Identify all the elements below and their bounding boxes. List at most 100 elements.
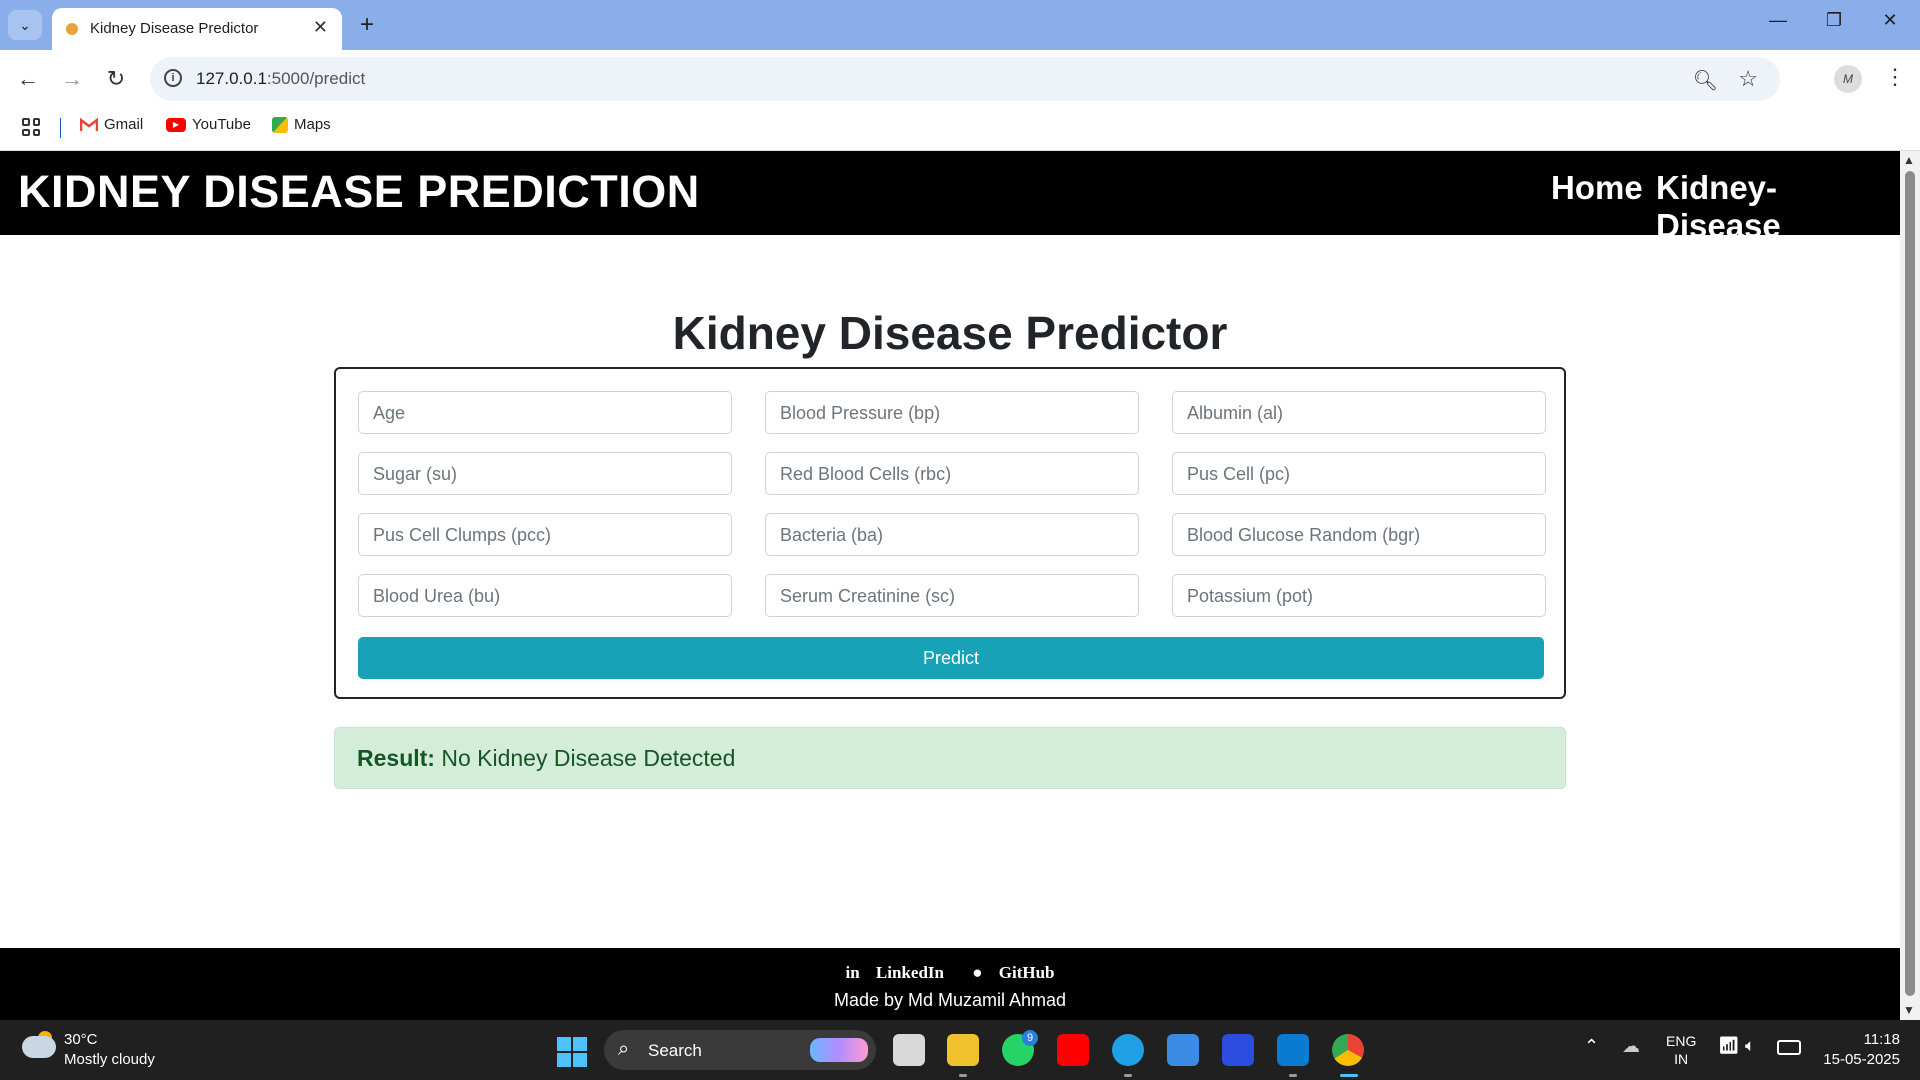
predict-button[interactable]: Predict [358, 637, 1544, 679]
vscode-icon[interactable] [1277, 1034, 1309, 1066]
minimize-icon[interactable]: — [1758, 10, 1798, 31]
blood-pressure-field[interactable]: Blood Pressure (bp) [765, 391, 1139, 434]
footer-credit: Made by Md Muzamil Ahmad [833, 990, 1067, 1010]
chevron-down-icon: ⌄ [19, 16, 31, 33]
web-page: KIDNEY DISEASE PREDICTION Home Kidney-Di… [0, 151, 1900, 1020]
battery-icon[interactable] [1777, 1040, 1801, 1055]
blood-glucose-random-field[interactable]: Blood Glucose Random (bgr) [1172, 513, 1546, 556]
url-host: 127.0.0.1 [196, 69, 267, 88]
browser-tab-strip: ⌄ Kidney Disease Predictor ✕ + — ❐ ✕ [0, 0, 1920, 50]
close-window-icon[interactable]: ✕ [1870, 10, 1910, 31]
lang-line2: IN [1674, 1051, 1689, 1067]
browser-toolbar: ← → ↻ i 127.0.0.1:5000/predict 🔍︎ ☆ M ⋮ [0, 50, 1920, 108]
url-text[interactable]: 127.0.0.1:5000/predict [196, 69, 365, 89]
bacteria-field[interactable]: Bacteria (ba) [765, 513, 1139, 556]
edge-icon[interactable] [1112, 1034, 1144, 1066]
footer-github-link[interactable]: ● GitHub [966, 963, 1060, 982]
footer-linkedin-link[interactable]: in LinkedIn [839, 963, 949, 982]
weather-cloud-icon [22, 1036, 56, 1058]
volume-icon[interactable]: 🔈︎ [1745, 1036, 1755, 1056]
url-path: :5000/predict [266, 69, 366, 88]
result-label: Result: [357, 745, 435, 771]
site-info-icon[interactable]: i [164, 69, 182, 87]
github-icon: ● [972, 963, 983, 982]
github-label: GitHub [998, 963, 1055, 982]
file-explorer-icon[interactable] [947, 1034, 979, 1066]
chrome-icon[interactable] [1332, 1034, 1364, 1066]
pus-cell-field[interactable]: Pus Cell (pc) [1172, 452, 1546, 495]
youtube-app-icon[interactable] [1057, 1034, 1089, 1066]
serum-creatinine-field[interactable]: Serum Creatinine (sc) [765, 574, 1139, 617]
app-running-indicator [959, 1074, 967, 1077]
linkedin-label: LinkedIn [875, 963, 944, 982]
clock-date[interactable]: 15-05-2025 [1810, 1051, 1900, 1068]
store-icon[interactable] [1167, 1034, 1199, 1066]
zoom-icon[interactable]: 🔍︎ [1693, 68, 1718, 93]
profile-avatar[interactable]: M [1834, 65, 1862, 93]
scroll-up-icon[interactable]: ▲ [1903, 153, 1915, 167]
lang-line1: ENG [1666, 1033, 1697, 1049]
bookmark-label: YouTube [192, 116, 251, 133]
bookmark-separator [60, 118, 61, 138]
site-footer: in LinkedIn ● GitHub Made by Md Muzamil … [0, 948, 1900, 1020]
wifi-icon[interactable]: 📶︎ [1718, 1036, 1740, 1056]
weather-desc: Mostly cloudy [64, 1051, 155, 1068]
language-indicator[interactable]: ENG IN [1666, 1032, 1696, 1068]
red-blood-cells-field[interactable]: Red Blood Cells (rbc) [765, 452, 1139, 495]
result-alert: Result: No Kidney Disease Detected [334, 727, 1566, 789]
blood-urea-field[interactable]: Blood Urea (bu) [358, 574, 732, 617]
scroll-thumb[interactable] [1905, 171, 1915, 996]
age-field[interactable]: Age [358, 391, 732, 434]
potassium-field[interactable]: Potassium (pot) [1172, 574, 1546, 617]
taskbar-search[interactable]: ⌕ Search [604, 1030, 876, 1070]
task-view-icon[interactable] [893, 1034, 925, 1066]
prediction-form: Age Blood Pressure (bp) Albumin (al) Sug… [334, 367, 1566, 699]
apps-grid-icon[interactable] [22, 118, 40, 136]
whatsapp-badge: 9 [1022, 1030, 1038, 1046]
pus-cell-clumps-field[interactable]: Pus Cell Clumps (pcc) [358, 513, 732, 556]
menu-kebab-icon[interactable]: ⋮ [1884, 64, 1906, 90]
bookmark-gmail[interactable]: Gmail [79, 116, 144, 133]
nav-home-link[interactable]: Home [1551, 169, 1643, 207]
editor-app-icon[interactable] [1222, 1034, 1254, 1066]
linkedin-icon: in [845, 963, 860, 982]
windows-start-icon[interactable] [557, 1037, 587, 1067]
maps-icon [272, 116, 288, 133]
app-running-indicator [1124, 1074, 1132, 1077]
youtube-icon: ▶ [166, 117, 186, 132]
site-navbar: KIDNEY DISEASE PREDICTION Home Kidney-Di… [0, 151, 1900, 244]
bookmark-label: Gmail [104, 116, 144, 133]
tab-title: Kidney Disease Predictor [90, 20, 259, 37]
page-title: Kidney Disease Predictor [672, 307, 1228, 359]
weather-temp: 30°C [64, 1031, 98, 1048]
app-active-indicator [1340, 1074, 1358, 1077]
clock-time[interactable]: 11:18 [1840, 1031, 1900, 1048]
bookmark-maps[interactable]: Maps [272, 116, 331, 133]
back-arrow-icon[interactable]: ← [12, 64, 44, 94]
albumin-field[interactable]: Albumin (al) [1172, 391, 1546, 434]
result-text: No Kidney Disease Detected [441, 745, 736, 771]
bookmark-label: Maps [294, 116, 331, 133]
tab-search-button[interactable]: ⌄ [8, 10, 42, 40]
nav-kidney-disease-link[interactable]: Kidney-Disease [1656, 169, 1900, 245]
onedrive-icon[interactable]: ☁ [1622, 1036, 1640, 1057]
bookmark-star-icon[interactable]: ☆ [1738, 66, 1758, 92]
restore-icon[interactable]: ❐ [1814, 10, 1854, 31]
bookmark-youtube[interactable]: ▶ YouTube [166, 116, 251, 133]
new-tab-button[interactable]: + [352, 10, 382, 40]
address-bar[interactable]: i 127.0.0.1:5000/predict 🔍︎ ☆ [150, 57, 1780, 101]
site-brand[interactable]: KIDNEY DISEASE PREDICTION [18, 166, 700, 218]
search-highlight-icon [810, 1038, 868, 1062]
app-running-indicator [1289, 1074, 1297, 1077]
sugar-field[interactable]: Sugar (su) [358, 452, 732, 495]
tray-overflow-icon[interactable]: ⌃ [1584, 1036, 1599, 1057]
browser-tab[interactable]: Kidney Disease Predictor ✕ [52, 8, 342, 50]
search-label: Search [648, 1041, 702, 1060]
footer-links: in LinkedIn ● GitHub [0, 963, 1900, 983]
reload-icon[interactable]: ↻ [100, 64, 132, 94]
scroll-down-icon[interactable]: ▼ [1903, 1003, 1915, 1017]
page-scrollbar[interactable]: ▲ ▼ [1900, 151, 1920, 1020]
close-tab-icon[interactable]: ✕ [313, 17, 328, 38]
bookmarks-bar: Gmail ▶ YouTube Maps [0, 108, 1920, 151]
forward-arrow-icon[interactable]: → [56, 64, 88, 94]
